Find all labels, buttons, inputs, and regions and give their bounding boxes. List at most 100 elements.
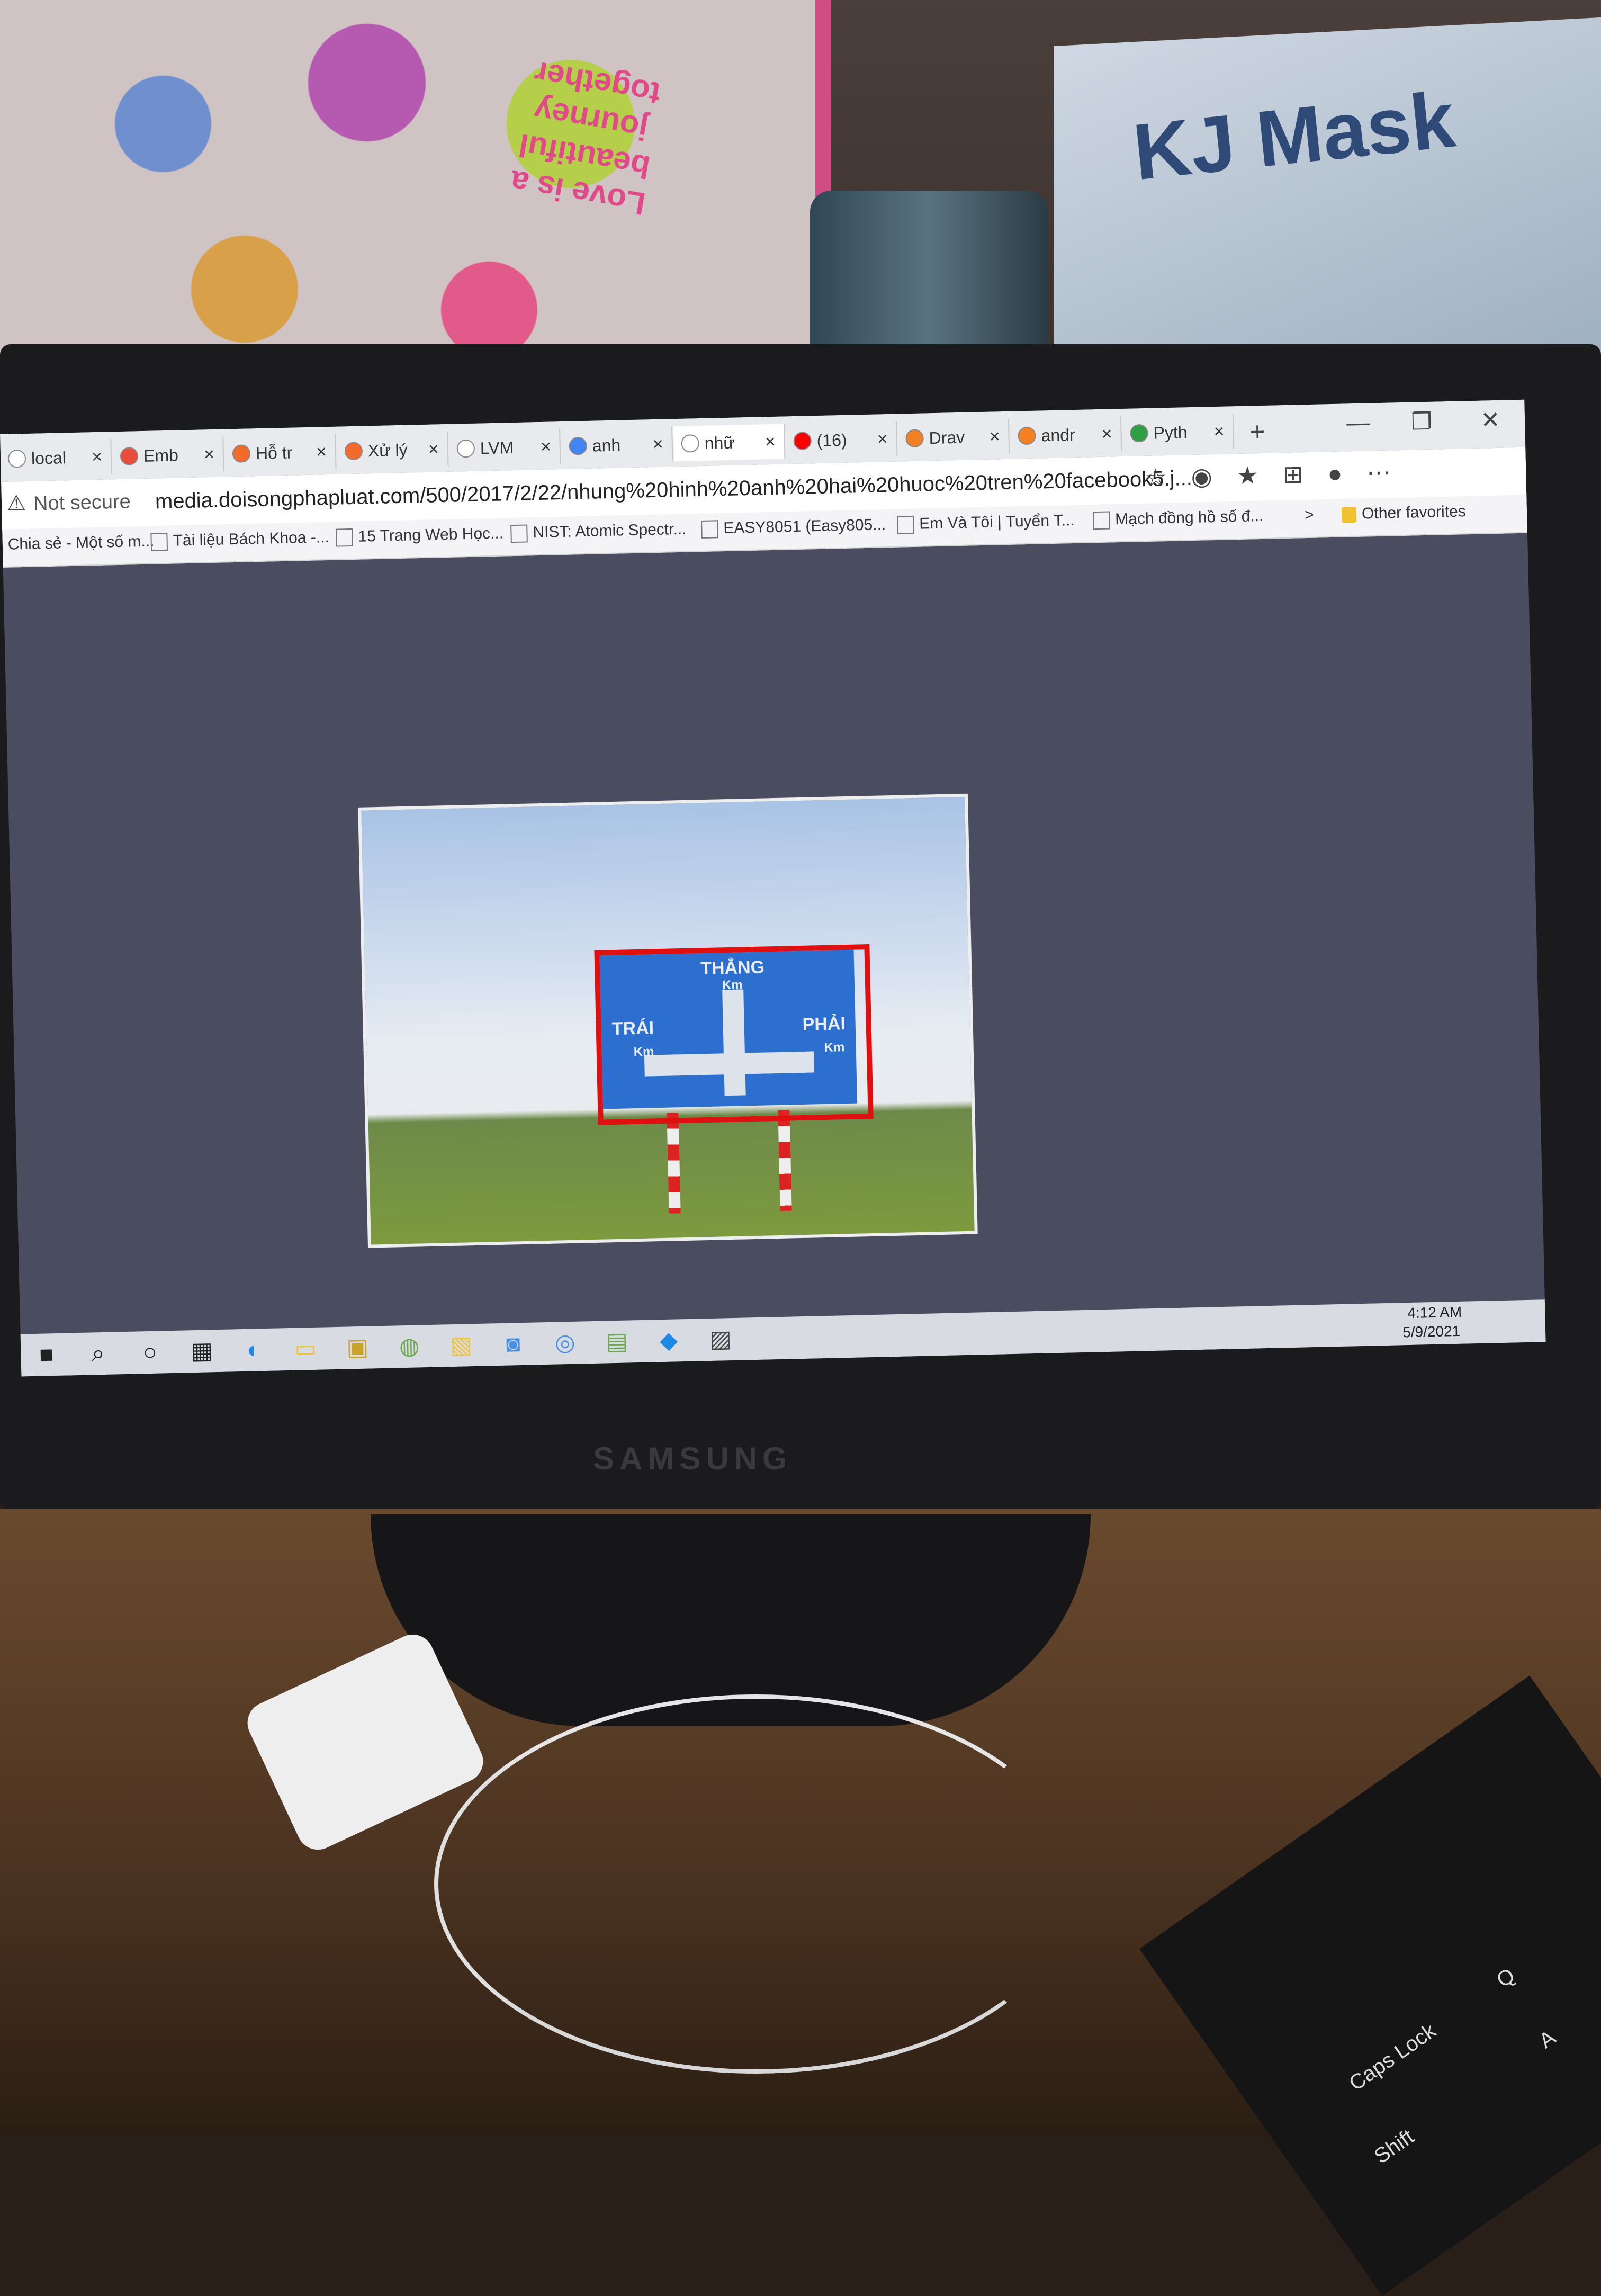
close-tab-icon[interactable]: × [652, 434, 663, 454]
favorite-label: Tài liệu Bách Khoa -... [173, 528, 330, 550]
edge-icon[interactable]: ◐ [239, 1335, 269, 1365]
zalo-icon[interactable]: ◙ [498, 1329, 528, 1359]
tab-favicon-icon [569, 436, 588, 455]
close-tab-icon[interactable]: × [1101, 424, 1112, 444]
collections-icon[interactable]: ⊞ [1282, 460, 1328, 488]
favorite-item[interactable]: 15 Trang Web Học... [336, 524, 504, 547]
profile-avatar[interactable]: ● [1327, 459, 1367, 487]
tab-label: Hỗ tr [255, 442, 293, 463]
browser-tab[interactable]: Xử lý × [337, 431, 449, 469]
highlight-box [594, 944, 874, 1125]
glass-jar [810, 191, 1048, 365]
close-tab-icon[interactable]: × [428, 439, 439, 460]
new-tab-button[interactable]: + [1249, 416, 1266, 447]
other-favorites-label: Other favorites [1361, 503, 1467, 523]
tab-favicon-icon [1018, 426, 1036, 445]
tab-favicon-icon [681, 434, 700, 453]
vscode-icon[interactable]: ◆ [654, 1325, 684, 1356]
page-icon [896, 515, 914, 534]
favorite-item[interactable]: Mạch đồng hồ số đ... [1092, 507, 1264, 530]
tab-label: Xử lý [367, 440, 408, 460]
chat-icon[interactable]: ◎ [550, 1328, 580, 1358]
cortana-icon[interactable]: ○ [135, 1337, 165, 1367]
close-tab-icon[interactable]: × [1213, 421, 1225, 442]
favorite-label: Mạch đồng hồ số đ... [1114, 507, 1264, 528]
photos-icon[interactable]: ▨ [706, 1324, 736, 1355]
tab-label: Pyth [1153, 422, 1188, 443]
extension-icon[interactable]: ◉ [1191, 462, 1237, 490]
earphone-cable [434, 1694, 1078, 2074]
page-icon [701, 520, 718, 539]
browser-tab[interactable]: LVM × [449, 428, 561, 467]
monitor-brand: SAMSUNG [593, 1441, 793, 1476]
browser-tab[interactable]: anh × [561, 426, 673, 464]
more-menu-icon[interactable]: ⋯ [1366, 458, 1416, 486]
tab-favicon-icon [7, 449, 26, 468]
page-icon [336, 528, 353, 547]
windows-icon[interactable]: ■ [31, 1340, 61, 1370]
favorite-label: 15 Trang Web Học... [358, 524, 504, 545]
maximize-button[interactable]: ❐ [1398, 408, 1446, 436]
warning-icon[interactable]: ⚠ [6, 491, 26, 516]
tab-favicon-icon [1130, 424, 1148, 443]
paint-icon[interactable]: ◍ [394, 1331, 425, 1361]
tab-favicon-icon [905, 429, 924, 448]
tab-favicon-icon [344, 442, 363, 461]
tab-label: nhữ [704, 433, 735, 453]
sticky-notes-icon[interactable]: ▧ [446, 1330, 476, 1360]
tab-label: anh [592, 435, 621, 455]
favorite-label: Chia sẻ - Một số m... [7, 532, 155, 553]
tab-favicon-icon [232, 444, 251, 463]
task-view-icon[interactable]: ▦ [187, 1336, 217, 1366]
monitor-stand [371, 1514, 1091, 1726]
store-icon[interactable]: ▣ [343, 1332, 373, 1362]
clock-time[interactable]: 4:12 AM [1407, 1304, 1462, 1322]
close-tab-icon[interactable]: × [204, 444, 215, 464]
browser-tab[interactable]: Drav × [897, 418, 1010, 456]
tab-label: local [31, 447, 67, 468]
close-tab-icon[interactable]: × [989, 426, 1000, 447]
add-favorite-icon[interactable]: ☆ [1145, 463, 1191, 491]
tab-label: andr [1041, 425, 1075, 445]
close-tab-icon[interactable]: × [877, 428, 888, 449]
browser-tab[interactable]: Hỗ tr × [224, 434, 337, 472]
browser-tab[interactable]: Pyth × [1122, 414, 1235, 451]
other-favorites-folder[interactable]: Other favorites [1341, 503, 1467, 523]
page-icon [510, 524, 528, 543]
browser-tab[interactable]: local × [0, 439, 112, 477]
page-icon [1092, 511, 1110, 530]
favorites-icon[interactable]: ★ [1236, 461, 1283, 489]
file-explorer-icon[interactable]: ▭ [291, 1334, 321, 1364]
close-tab-icon[interactable]: × [764, 431, 776, 452]
close-tab-icon[interactable]: × [316, 442, 327, 462]
tab-label: Drav [929, 427, 965, 447]
close-window-button[interactable]: ✕ [1467, 406, 1515, 434]
favorite-item[interactable]: Chia sẻ - Một số m... [7, 532, 154, 553]
browser-tab[interactable]: andr × [1010, 416, 1122, 454]
tab-favicon-icon [793, 432, 812, 450]
monitor-screen: local × Emb × Hỗ tr × Xử lý × LVM × anh × nhữ × (16) × D… [0, 399, 1546, 1377]
browser-tab[interactable]: (16) × [785, 421, 898, 459]
close-tab-icon[interactable]: × [92, 446, 103, 467]
folder-icon [1341, 506, 1357, 523]
close-tab-icon[interactable]: × [541, 436, 552, 457]
tab-label: LVM [480, 437, 514, 458]
key-shift[interactable]: Shift [1370, 2125, 1418, 2169]
search-icon[interactable]: ⌕ [83, 1339, 113, 1369]
favorites-more-button[interactable]: > [1305, 506, 1314, 524]
minimize-button[interactable]: — [1334, 409, 1382, 437]
key-a[interactable]: A [1535, 2026, 1560, 2053]
clock-date[interactable]: 5/9/2021 [1402, 1323, 1461, 1341]
browser-tab[interactable]: nhữ × [673, 424, 786, 462]
sign-post-left [667, 1113, 681, 1214]
tab-label: (16) [816, 430, 847, 450]
favorite-label: NIST: Atomic Spectr... [533, 520, 687, 542]
key-q[interactable]: Q [1492, 1963, 1519, 1993]
key-caps-lock[interactable]: Caps Lock [1345, 2019, 1441, 2096]
security-label[interactable]: Not secure [33, 490, 131, 515]
notepad-icon[interactable]: ▤ [602, 1326, 632, 1357]
tab-favicon-icon [456, 439, 475, 458]
tab-label: Emb [143, 445, 179, 465]
browser-tab[interactable]: Emb × [112, 436, 224, 474]
mask-box [1054, 17, 1601, 385]
